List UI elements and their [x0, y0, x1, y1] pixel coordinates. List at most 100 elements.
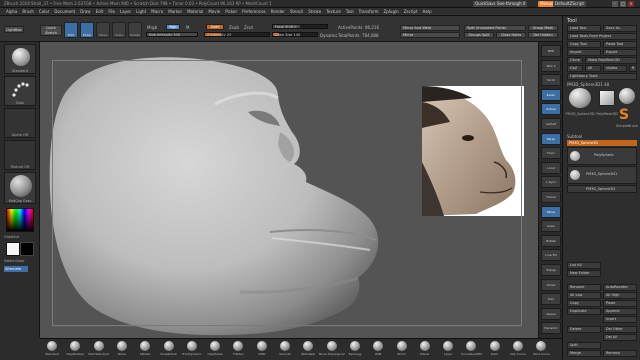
menu-movie[interactable]: Movie: [208, 9, 220, 14]
tray-frame-button[interactable]: Frame: [541, 191, 561, 203]
texture-picker[interactable]: Texture Off: [4, 140, 36, 170]
menu-document[interactable]: Document: [54, 9, 75, 14]
brush-flatten[interactable]: Flatten: [230, 341, 246, 357]
brush-move-topological[interactable]: Move Topological: [319, 341, 344, 357]
focal-shift-slider[interactable]: Focal Shift 0: [272, 24, 328, 29]
del-other-button[interactable]: Del Other: [603, 326, 637, 333]
remesh-button[interactable]: Remesh: [603, 350, 637, 357]
tray-zoom-button[interactable]: Zoom: [541, 88, 561, 101]
scale-mode-button[interactable]: Scale: [112, 22, 126, 38]
brush-curvequadfill[interactable]: CurveQuadFill: [461, 341, 482, 357]
brush-inflat[interactable]: Inflat: [254, 341, 270, 357]
merge-button[interactable]: Merge: [567, 350, 601, 357]
secondary-color-swatch[interactable]: [20, 242, 34, 256]
tray-l-sym-button[interactable]: L.Sym: [541, 176, 561, 189]
brush-standard[interactable]: Standard: [44, 341, 60, 357]
brush-topology[interactable]: Topology: [347, 341, 363, 357]
menu-help[interactable]: Help: [423, 9, 432, 14]
import-button[interactable]: Import: [567, 49, 601, 56]
all-low-button[interactable]: All Low: [567, 292, 601, 299]
menu-picker[interactable]: Picker: [225, 9, 237, 14]
edit-mode-button[interactable]: Edit: [64, 22, 78, 38]
export-button[interactable]: Export: [603, 49, 637, 56]
menu-marker[interactable]: Marker: [168, 9, 182, 14]
subtool-header[interactable]: Subtool: [567, 134, 582, 139]
brush-claybuildup[interactable]: ClayBuildup: [66, 341, 84, 357]
all-high-button[interactable]: All High: [603, 292, 637, 299]
alpha-picker[interactable]: Alpha Off: [4, 108, 36, 138]
close-holes-button[interactable]: Close Holes: [496, 32, 526, 38]
list-all-button[interactable]: List All: [567, 262, 601, 269]
delete-button[interactable]: Delete: [567, 326, 601, 333]
material-picker[interactable]: MatCap Gray: [4, 172, 36, 204]
brush-move[interactable]: Move: [114, 341, 130, 357]
default-zscript-button[interactable]: DefaultZScript: [553, 1, 586, 7]
menu-zplugin[interactable]: Zplugin: [384, 9, 399, 14]
brush-planar[interactable]: Planar: [417, 341, 433, 357]
menu-stencil[interactable]: Stencil: [290, 9, 304, 14]
group-mask-button[interactable]: Group Mask: [528, 25, 558, 31]
tray-dynamic-button[interactable]: Dynamic: [541, 322, 561, 335]
rotate-mode-button[interactable]: Rotate: [128, 22, 142, 38]
tray-bpr-button[interactable]: BPR: [541, 45, 561, 57]
brush-pinch[interactable]: Pinch: [394, 341, 410, 357]
draw-mode-button[interactable]: Draw: [80, 22, 94, 38]
lightbox-tools-button[interactable]: Lightbox ▸ Tools: [567, 73, 637, 80]
menu-render[interactable]: Render: [271, 9, 285, 14]
simplebrush-s-icon[interactable]: S: [619, 108, 633, 122]
zadd-toggle[interactable]: Zadd: [206, 24, 224, 30]
tray-scale-button[interactable]: Scale: [541, 220, 561, 233]
r-button[interactable]: R: [629, 65, 637, 72]
document-canvas[interactable]: [40, 42, 562, 338]
menu-zscript[interactable]: Zscript: [404, 9, 418, 14]
rename-button[interactable]: Rename: [567, 284, 601, 291]
brush-damstandard[interactable]: DamStandard: [88, 341, 109, 357]
visible-button[interactable]: Visible: [603, 65, 627, 72]
color-picker[interactable]: [6, 208, 34, 232]
all-button[interactable]: All: [585, 65, 601, 72]
tray-solo-button[interactable]: Solo: [541, 293, 561, 306]
tray-scroll-button[interactable]: Scroll: [541, 74, 561, 87]
del-all-button[interactable]: Del All: [603, 334, 637, 341]
tray-rotate-button[interactable]: Rotate: [541, 234, 561, 247]
lightbox-button[interactable]: LightBox: [4, 26, 24, 33]
menu-preferences[interactable]: Preferences: [242, 9, 266, 14]
tray-line-fill-button[interactable]: Line Fill: [541, 249, 561, 262]
split-button[interactable]: Split: [567, 342, 601, 349]
tray-floor-button[interactable]: Floor: [541, 147, 561, 160]
maximize-icon[interactable]: □: [620, 1, 626, 7]
pm3d-sphere-thumbnail[interactable]: [569, 88, 591, 108]
move-mode-button[interactable]: Move: [96, 22, 110, 38]
copy-button[interactable]: Copy: [567, 300, 601, 307]
tray-local-button[interactable]: Local: [541, 161, 561, 174]
switch-color-button[interactable]: SwitchColor: [4, 259, 36, 263]
tray-actual-button[interactable]: Actual: [541, 103, 561, 116]
goz-button[interactable]: GoZ: [567, 65, 583, 72]
menu-stroke[interactable]: Stroke: [308, 9, 321, 14]
sphere-thumbnail[interactable]: [619, 88, 635, 104]
menu-file[interactable]: File: [108, 9, 115, 14]
del-hidden-button[interactable]: Del Hidden: [528, 32, 558, 38]
close-icon[interactable]: ×: [628, 1, 634, 7]
insert-button[interactable]: Insert: [603, 316, 637, 323]
clone-button[interactable]: Clone: [567, 57, 583, 64]
brush-dam[interactable]: Dam: [487, 341, 503, 357]
m-toggle[interactable]: M: [186, 25, 189, 30]
brush-trimdynamic[interactable]: TrimDynamic: [182, 341, 202, 357]
mrgb-toggle[interactable]: Mrgb: [147, 25, 157, 30]
polymesh3d-thumbnail[interactable]: [599, 90, 615, 106]
menu-edit[interactable]: Edit: [96, 9, 104, 14]
draw-size-slider[interactable]: Draw Size 140: [272, 32, 318, 37]
groups-split-button[interactable]: Groups Split: [464, 32, 494, 38]
rgb-intensity-slider[interactable]: Rgb Intensity 100: [146, 32, 198, 37]
brush-slice-curve[interactable]: Slice Curve: [533, 341, 550, 357]
zsub-toggle[interactable]: Zsub: [229, 25, 239, 30]
tray-move-button[interactable]: Move: [541, 205, 561, 218]
append-button[interactable]: Append: [603, 308, 637, 315]
brush-clip-curve[interactable]: Clip Curve: [510, 341, 526, 357]
tray-xpose-button[interactable]: Xpose: [541, 307, 561, 320]
subtool-item-3[interactable]: PM3D_Sphere3D1: [567, 166, 637, 184]
menu-macro[interactable]: Macro: [151, 9, 163, 14]
brush-hpolish[interactable]: hPolish: [137, 341, 153, 357]
paste-button[interactable]: Paste: [603, 300, 637, 307]
